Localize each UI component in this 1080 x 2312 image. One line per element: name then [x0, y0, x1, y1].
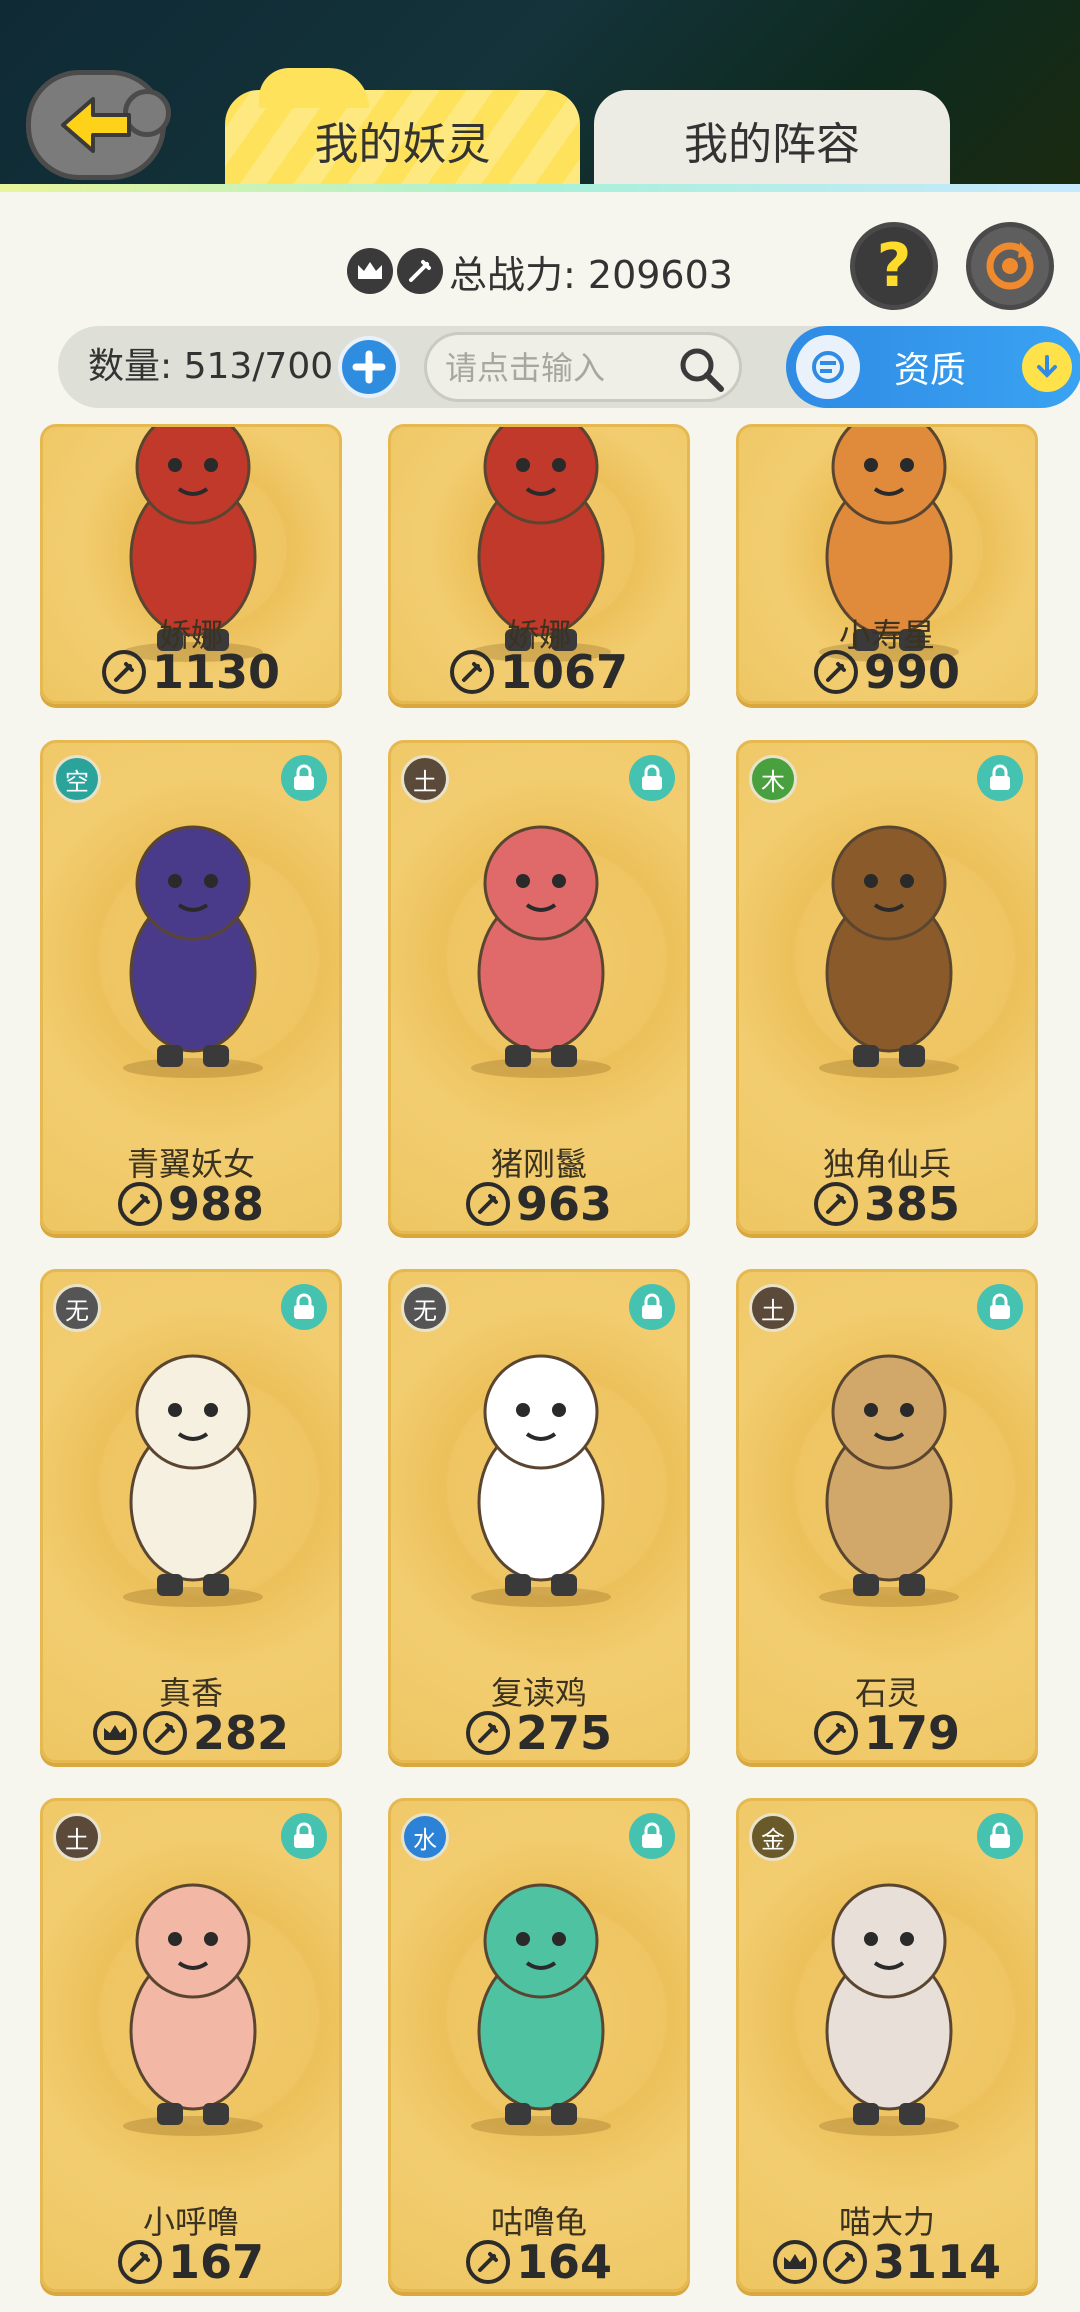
spirit-power: 990: [739, 645, 1035, 699]
spirit-figure-icon: [123, 825, 263, 1078]
tab-my-lineup[interactable]: 我的阵容: [594, 90, 950, 190]
spirit-figure-icon: [819, 825, 959, 1078]
spirit-power: 3114: [739, 2235, 1035, 2289]
spirit-power: 275: [391, 1706, 687, 1760]
spirit-count: 数量: 513/700: [88, 346, 334, 387]
spirit-card[interactable]: 水 咕噜龟 164: [388, 1798, 690, 2292]
crown-icon: [92, 1711, 137, 1755]
back-button[interactable]: [26, 70, 171, 180]
plus-icon: [352, 350, 386, 384]
sword-icon: [397, 248, 444, 294]
power-value: 282: [192, 1706, 290, 1760]
search-box: [424, 332, 742, 402]
back-arrow-icon: [61, 97, 131, 153]
question-icon: ?: [876, 231, 912, 301]
quality-label: 资质: [894, 350, 967, 391]
spirit-power: 164: [391, 2235, 687, 2289]
power-value: 988: [167, 1177, 265, 1231]
sword-icon: [813, 1182, 858, 1226]
sword-icon: [813, 1711, 858, 1755]
spirit-power: 1067: [391, 645, 687, 699]
spirit-power: 1130: [43, 645, 339, 699]
chevron-down-icon: [1022, 342, 1072, 392]
spirit-card[interactable]: 娇娜 1130: [40, 424, 342, 704]
spirit-power: 167: [43, 2235, 339, 2289]
sword-icon: [465, 1711, 510, 1755]
power-value: 167: [167, 2235, 265, 2289]
quality-sort-button[interactable]: 资质: [786, 326, 1080, 408]
power-value: 3114: [872, 2235, 1002, 2289]
power-value: 1067: [499, 645, 629, 699]
spirit-power: 988: [43, 1177, 339, 1231]
spirit-figure-icon: [471, 1354, 611, 1607]
sword-icon: [117, 2240, 162, 2284]
sword-icon: [822, 2240, 867, 2284]
spirit-card[interactable]: 金 喵大力 3114: [736, 1798, 1038, 2292]
spirit-card[interactable]: 娇娜 1067: [388, 424, 690, 704]
add-capacity-button[interactable]: [338, 336, 400, 398]
spirit-card[interactable]: 小寿星 990: [736, 424, 1038, 704]
spirit-power: 385: [739, 1177, 1035, 1231]
power-value: 963: [515, 1177, 613, 1231]
crown-icon: [772, 2240, 817, 2284]
sword-icon: [449, 650, 494, 694]
refresh-button[interactable]: [966, 222, 1054, 310]
sword-icon: [117, 1182, 162, 1226]
spirit-card[interactable]: 无 复读鸡 275: [388, 1269, 690, 1763]
spirit-card[interactable]: 无 真香 282: [40, 1269, 342, 1763]
power-value: 164: [515, 2235, 613, 2289]
power-value: 1130: [151, 645, 281, 699]
tab-label: 我的妖灵: [314, 119, 491, 170]
spirit-figure-icon: [123, 1354, 263, 1607]
spirit-power: 963: [391, 1177, 687, 1231]
spirit-card[interactable]: 空 青翼妖女 988: [40, 740, 342, 1234]
power-value: 385: [863, 1177, 961, 1231]
power-value: 990: [863, 645, 961, 699]
power-value: 179: [863, 1706, 961, 1760]
spirit-figure-icon: [819, 1354, 959, 1607]
search-icon[interactable]: [677, 345, 725, 393]
quality-icon: [796, 335, 860, 399]
spirit-card[interactable]: 土 小呼噜 167: [40, 1798, 342, 2292]
search-input[interactable]: [445, 345, 675, 391]
sword-icon: [101, 650, 146, 694]
spirit-grid: 娇娜 1130 娇娜 1067 小寿星 990 空 青翼妖女 988 土 猪刚鬣…: [0, 424, 1080, 2312]
help-button[interactable]: ?: [850, 222, 938, 310]
spirit-card[interactable]: 土 猪刚鬣 963: [388, 740, 690, 1234]
spirit-figure-icon: [471, 825, 611, 1078]
crown-icon: [347, 248, 394, 294]
spirit-power: 282: [43, 1706, 339, 1760]
tab-my-spirits[interactable]: 我的妖灵: [225, 68, 580, 190]
sword-icon: [142, 1711, 187, 1755]
spirit-card[interactable]: 土 石灵 179: [736, 1269, 1038, 1763]
sword-icon: [465, 1182, 510, 1226]
sword-icon: [465, 2240, 510, 2284]
toolbar: 数量: 513/700 资质: [58, 326, 1080, 408]
spirit-figure-icon: [819, 1883, 959, 2136]
spirit-power: 179: [739, 1706, 1035, 1760]
total-power-label: 总战力: 209603: [449, 252, 733, 297]
power-value: 275: [515, 1706, 613, 1760]
spirit-figure-icon: [471, 1883, 611, 2136]
tab-label: 我的阵容: [684, 119, 860, 170]
top-bar: 我的妖灵 我的阵容: [0, 0, 1080, 192]
refresh-icon: [986, 242, 1034, 290]
sword-icon: [813, 650, 858, 694]
spirit-figure-icon: [123, 1883, 263, 2136]
spirit-card[interactable]: 木 独角仙兵 385: [736, 740, 1038, 1234]
